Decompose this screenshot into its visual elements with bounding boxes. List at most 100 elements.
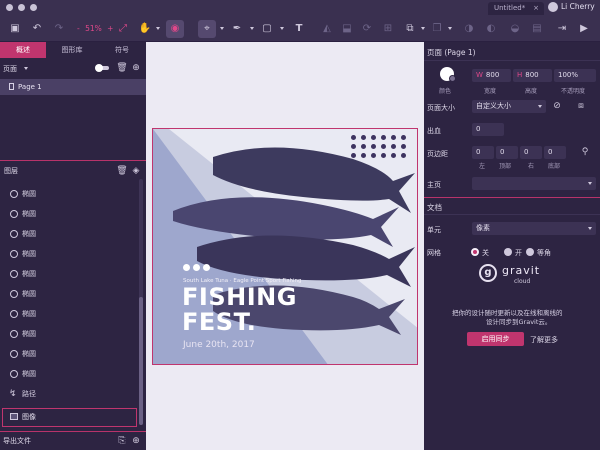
- tab-overview[interactable]: 概述: [0, 42, 46, 58]
- avatar-icon: [548, 2, 558, 12]
- pen-chevron-icon[interactable]: [250, 27, 254, 30]
- layer-item-path[interactable]: ↯ 路径: [0, 385, 138, 403]
- minimize-window-button[interactable]: [18, 4, 25, 11]
- grid-on-radio[interactable]: [504, 248, 512, 256]
- export-settings-icon[interactable]: ⎘: [115, 434, 129, 448]
- tab-libraries[interactable]: 图形库: [48, 42, 96, 58]
- layer-item-ellipse[interactable]: 椭圆: [0, 285, 138, 303]
- unit-value: 像素: [476, 224, 490, 232]
- color-picker-icon[interactable]: [449, 75, 456, 82]
- shape-chevron-icon[interactable]: [280, 27, 284, 30]
- pointer-chevron-icon[interactable]: [220, 27, 224, 30]
- arrange-chevron-icon[interactable]: [421, 27, 425, 30]
- color-label: 颜色: [439, 88, 452, 95]
- hand-tool-icon[interactable]: ✋: [138, 22, 152, 36]
- preview-play-icon[interactable]: ▶: [577, 22, 591, 36]
- artboard[interactable]: South Lake Tuna · Eagle Point Sport Fish…: [152, 128, 418, 365]
- fit-screen-icon[interactable]: ⤢: [116, 22, 130, 36]
- mask-icon[interactable]: ▤: [530, 22, 544, 36]
- margin-top-field[interactable]: 0: [496, 146, 518, 159]
- flip-vertical-icon[interactable]: ⬓: [340, 22, 354, 36]
- layer-item-ellipse[interactable]: 椭圆: [0, 185, 138, 203]
- link-margins-icon[interactable]: ⚲: [578, 145, 592, 159]
- layer-item-ellipse[interactable]: 椭圆: [0, 365, 138, 383]
- margin-right-field[interactable]: 0: [520, 146, 542, 159]
- scrollbar-thumb[interactable]: [139, 297, 143, 425]
- ellipse-icon: [10, 350, 18, 358]
- subtract-icon[interactable]: ◐: [484, 22, 498, 36]
- master-page-select[interactable]: [472, 177, 596, 190]
- layer-item-label: 椭圆: [22, 250, 36, 258]
- design-canvas[interactable]: South Lake Tuna · Eagle Point Sport Fish…: [146, 42, 424, 450]
- learn-more-link[interactable]: 了解更多: [530, 335, 558, 345]
- zoom-control[interactable]: - 51% +: [77, 24, 113, 33]
- layer-item-label: 椭圆: [22, 370, 36, 378]
- duplicate-icon[interactable]: ❐: [430, 22, 444, 36]
- unit-chevron-icon[interactable]: [588, 227, 592, 230]
- text-tool-icon[interactable]: T: [292, 22, 306, 36]
- zoom-value[interactable]: 51%: [85, 24, 102, 33]
- layer-item-ellipse[interactable]: 椭圆: [0, 265, 138, 283]
- layer-item-ellipse[interactable]: 椭圆: [0, 205, 138, 223]
- resize-to-content-icon[interactable]: ⧈: [574, 99, 588, 113]
- grid-isometric-radio[interactable]: [526, 248, 534, 256]
- pointer-icon: ⌖: [204, 23, 210, 34]
- delete-layer-icon[interactable]: 🗑: [115, 164, 129, 178]
- union-icon[interactable]: ◑: [462, 22, 476, 36]
- user-account[interactable]: Li Cherry: [548, 2, 595, 12]
- layer-item-ellipse[interactable]: 椭圆: [0, 225, 138, 243]
- layer-item-ellipse[interactable]: 椭圆: [0, 245, 138, 263]
- document-tab[interactable]: Untitled* ×: [488, 2, 544, 15]
- align-icon[interactable]: ⊞: [381, 22, 395, 36]
- intersect-icon[interactable]: ◒: [508, 22, 522, 36]
- layer-item-ellipse[interactable]: 椭圆: [0, 305, 138, 323]
- add-export-icon[interactable]: ⊕: [129, 434, 143, 448]
- ellipse-icon: [10, 330, 18, 338]
- close-tab-icon[interactable]: ×: [533, 4, 539, 12]
- pages-toggle[interactable]: [95, 64, 109, 72]
- layer-style-icon[interactable]: ◈: [129, 164, 143, 178]
- image-icon: [10, 413, 18, 420]
- grid-off-radio[interactable]: [471, 248, 479, 256]
- rotate-icon[interactable]: ⟳: [360, 22, 374, 36]
- flip-horizontal-icon[interactable]: ◭: [320, 22, 334, 36]
- cloud-message-line2: 设计同步到Gravit云。: [486, 318, 552, 326]
- undo-icon[interactable]: ↶: [30, 22, 44, 36]
- layer-item-image[interactable]: 图像: [2, 408, 137, 427]
- hand-tool-chevron-icon[interactable]: [156, 27, 160, 30]
- poster-title-line1: FISHING: [182, 283, 297, 311]
- bleed-field[interactable]: 0: [472, 123, 504, 136]
- tab-symbols[interactable]: 符号: [98, 42, 146, 58]
- pages-chevron-icon[interactable]: [24, 67, 28, 70]
- zoom-window-button[interactable]: [30, 4, 37, 11]
- page-item[interactable]: Page 1: [0, 79, 146, 95]
- opacity-field[interactable]: 100%: [554, 69, 596, 82]
- orientation-icon[interactable]: ⊘: [550, 99, 564, 113]
- layer-item-ellipse[interactable]: 椭圆: [0, 345, 138, 363]
- page-size-chevron-icon[interactable]: [538, 105, 542, 108]
- margin-bottom-label: 底部: [548, 163, 561, 170]
- unit-select[interactable]: 像素: [472, 222, 596, 235]
- duplicate-chevron-icon[interactable]: [448, 27, 452, 30]
- margin-left-field[interactable]: 0: [472, 146, 494, 159]
- width-field[interactable]: W 800: [472, 69, 511, 82]
- export-label[interactable]: 导出文件: [3, 437, 31, 445]
- layer-item-ellipse[interactable]: 椭圆: [0, 325, 138, 343]
- add-page-icon[interactable]: ⊕: [129, 61, 143, 75]
- rectangle-tool-icon[interactable]: ▢: [260, 22, 274, 36]
- save-icon[interactable]: ▣: [8, 22, 22, 36]
- height-field[interactable]: H 800: [513, 69, 552, 82]
- layers-scrollbar[interactable]: [139, 179, 143, 425]
- redo-icon[interactable]: ↷: [52, 22, 66, 36]
- zoom-in-button[interactable]: +: [107, 24, 113, 33]
- enable-sync-button[interactable]: 启用同步: [467, 332, 524, 346]
- delete-page-icon[interactable]: 🗑: [115, 61, 129, 75]
- zoom-out-button[interactable]: -: [77, 24, 80, 33]
- pen-tool-icon[interactable]: ✒: [230, 22, 244, 36]
- margin-bottom-field[interactable]: 0: [544, 146, 566, 159]
- page-size-select[interactable]: 自定义大小: [472, 100, 546, 113]
- close-window-button[interactable]: [6, 4, 13, 11]
- export-icon[interactable]: ⇥: [555, 22, 569, 36]
- master-page-chevron-icon[interactable]: [588, 182, 592, 185]
- arrange-icon[interactable]: ⧉: [403, 22, 417, 36]
